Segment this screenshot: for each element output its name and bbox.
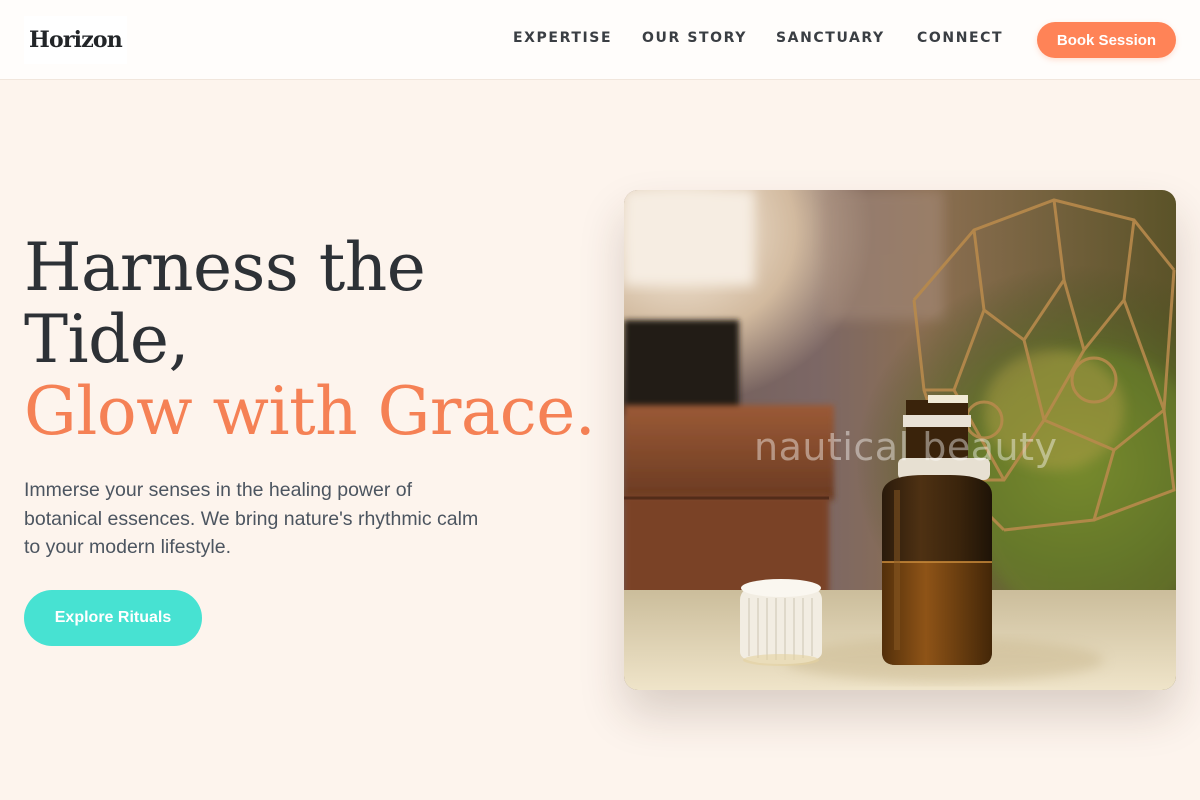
nav-link-our-story[interactable]: OUR STORY [642,30,747,46]
hero-title-line-1: Harness the [24,229,426,306]
hero-title-line-2: Tide, [24,301,189,378]
hero-image: nautical beauty [624,190,1176,690]
hero-title: Harness the Tide, Glow with Grace. [24,232,604,448]
image-watermark: nautical beauty [754,425,1058,469]
nav-link-expertise[interactable]: EXPERTISE [513,30,612,46]
hero-description: Immerse your senses in the healing power… [24,479,479,558]
bottle-cap [740,579,822,666]
hero-title-accent: Glow with Grace. [24,373,596,450]
nav-link-sanctuary[interactable]: SANCTUARY [776,30,885,46]
book-session-button[interactable]: Book Session [1037,22,1176,58]
explore-rituals-button[interactable]: Explore Rituals [24,590,202,646]
main-nav: EXPERTISE OUR STORY SANCTUARY CONNECT [0,30,1200,50]
nav-link-connect[interactable]: CONNECT [917,30,1003,46]
top-navbar: Horizon EXPERTISE OUR STORY SANCTUARY CO… [0,0,1200,80]
